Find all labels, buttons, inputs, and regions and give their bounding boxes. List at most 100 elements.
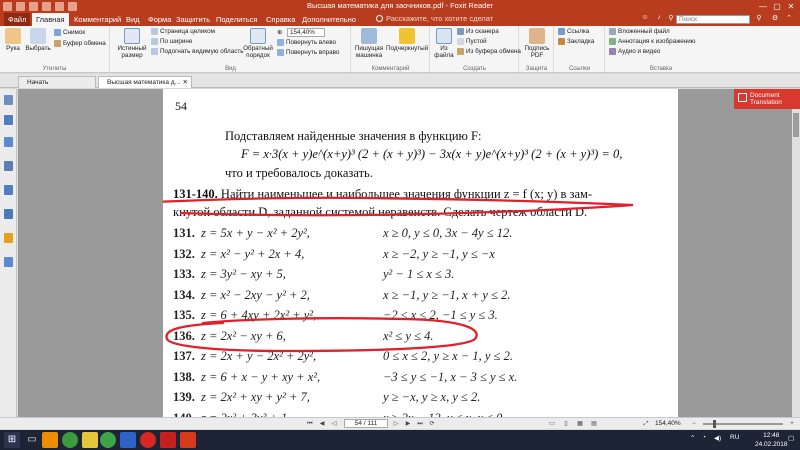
foxit-icon[interactable]: [180, 432, 196, 448]
fit-icon[interactable]: ⤢: [642, 420, 650, 428]
from-file-button[interactable]: Из файла: [433, 28, 455, 59]
prev-page-icon[interactable]: ◀: [318, 420, 326, 428]
tab-start[interactable]: Начать: [18, 76, 96, 88]
single-page-icon[interactable]: ▭: [548, 420, 556, 428]
tray-expand-icon[interactable]: ⌃: [690, 434, 695, 442]
volume-icon[interactable]: ◀): [714, 434, 721, 442]
network-icon[interactable]: ◔: [702, 434, 706, 441]
utorrent-icon[interactable]: [100, 432, 116, 448]
highlight-button[interactable]: Подчеркнутый: [386, 28, 428, 52]
start-icon[interactable]: ⊞: [4, 432, 20, 448]
fit-visible-button[interactable]: Подогнать видимую область: [151, 48, 244, 55]
language-indicator[interactable]: RU: [730, 434, 739, 441]
last-page-icon[interactable]: ⏭: [416, 420, 424, 428]
from-scanner-button[interactable]: Из сканера: [457, 28, 499, 35]
fit-width-button[interactable]: По ширине: [151, 38, 192, 45]
navigation-toggle-icon[interactable]: [4, 95, 13, 105]
bookmarks-panel-icon[interactable]: [4, 115, 13, 125]
task-row-number: 134.: [173, 287, 195, 302]
tab-comment[interactable]: Комментарий: [70, 13, 125, 26]
task-row-function: z = 3y² − xy + 5,: [201, 267, 286, 281]
group-insert: Вложенный файл Аннотация к изображению А…: [606, 26, 716, 73]
tab-form[interactable]: Форма: [144, 13, 175, 26]
next-page-icon[interactable]: ▶: [404, 420, 412, 428]
next-view-icon[interactable]: ▷: [392, 420, 400, 428]
layers-panel-icon[interactable]: [4, 185, 13, 195]
bell-icon[interactable]: ♪: [654, 14, 664, 24]
image-annotation-button[interactable]: Аннотация к изображению: [609, 38, 696, 45]
snapshot-button[interactable]: Снимок: [54, 29, 85, 36]
security-panel-icon[interactable]: [4, 233, 13, 243]
tab-help[interactable]: Справка: [262, 13, 299, 26]
task-view-icon[interactable]: ▭: [24, 432, 40, 448]
page-indicator[interactable]: 54 / 111: [344, 419, 388, 428]
first-page-icon[interactable]: ⏮: [306, 420, 314, 428]
vlc-icon[interactable]: [42, 432, 58, 448]
search-icon[interactable]: ⚲: [666, 14, 676, 24]
document-translation-button[interactable]: Document Translation: [734, 89, 800, 109]
clipboard-icon: [54, 40, 61, 47]
fit-page-button[interactable]: Страница целиком: [151, 28, 215, 35]
rotate-left-button[interactable]: Повернуть влево: [277, 39, 336, 46]
tab-file[interactable]: Файл: [4, 13, 31, 26]
sign-pdf-button[interactable]: Подпись PDF: [522, 28, 552, 59]
zoom-slider[interactable]: [703, 420, 783, 428]
comments-panel-icon[interactable]: [4, 161, 13, 171]
hand-tool-button[interactable]: Рука: [2, 28, 24, 52]
close-button[interactable]: ✕: [784, 0, 798, 13]
link-button[interactable]: Ссылка: [558, 28, 589, 35]
chrome-icon[interactable]: [62, 432, 78, 448]
close-tab-icon[interactable]: ✕: [183, 77, 188, 88]
continuous-facing-icon[interactable]: ▤: [590, 420, 598, 428]
attach-file-button[interactable]: Вложенный файл: [609, 28, 670, 35]
prev-view-icon[interactable]: ◁: [330, 420, 338, 428]
opera-icon[interactable]: [140, 432, 156, 448]
collapse-ribbon-icon[interactable]: ⌃: [784, 14, 794, 24]
tab-view[interactable]: Вид: [122, 13, 144, 26]
image-icon: [609, 38, 616, 45]
attachments-panel-icon[interactable]: [4, 209, 13, 219]
audio-video-button[interactable]: Аудио и видео: [609, 48, 660, 55]
blank-button[interactable]: Пустой: [457, 38, 487, 45]
notifications-icon[interactable]: ▢: [788, 434, 794, 442]
typewriter-button[interactable]: Пишущая машинка: [353, 28, 385, 59]
search-input[interactable]: Поиск: [676, 15, 750, 24]
media-icon: [609, 48, 616, 55]
word-icon[interactable]: [120, 432, 136, 448]
signatures-panel-icon[interactable]: [4, 257, 13, 267]
clipboard-button[interactable]: Буфер обмена: [54, 40, 106, 47]
from-clipboard-button[interactable]: Из буфера обмена: [457, 48, 521, 55]
document-viewport[interactable]: 54 Подставляем найденные значения в функ…: [18, 89, 800, 417]
scrollbar-thumb[interactable]: [793, 113, 799, 137]
reverse-order-button[interactable]: Обратный порядок: [243, 28, 273, 59]
refresh-icon[interactable]: ⟳: [428, 420, 436, 428]
facing-page-icon[interactable]: ▦: [576, 420, 584, 428]
bookmark-button[interactable]: Закладка: [558, 38, 594, 45]
pages-panel-icon[interactable]: [4, 137, 13, 147]
left-navigation-panel: [0, 89, 17, 417]
tab-protect[interactable]: Защитить: [172, 13, 214, 26]
minimize-button[interactable]: —: [756, 0, 770, 13]
clock[interactable]: 12:48 24.02.2018: [755, 431, 788, 449]
page-number: 54: [175, 99, 187, 113]
maximize-button[interactable]: ▢: [770, 0, 784, 13]
continuous-page-icon[interactable]: ▯: [562, 420, 570, 428]
zoom-input[interactable]: 154,40%: [287, 28, 325, 37]
zoom-slider-knob[interactable]: [713, 420, 716, 428]
actual-size-button[interactable]: Истинный размер: [115, 28, 149, 59]
tab-extra[interactable]: Дополнительно: [298, 13, 360, 26]
zoom-out-icon[interactable]: −: [690, 420, 698, 428]
search-go-icon[interactable]: ⚲: [754, 14, 764, 24]
vertical-scrollbar[interactable]: [792, 109, 800, 417]
zoom-in-icon[interactable]: +: [788, 420, 796, 428]
rotate-right-button[interactable]: Повернуть вправо: [277, 49, 339, 56]
tab-home[interactable]: Главная: [32, 13, 69, 26]
tab-share[interactable]: Поделиться: [212, 13, 261, 26]
tab-document[interactable]: Высшая математика д... ✕: [98, 76, 192, 88]
select-tool-button[interactable]: Выбрать: [25, 28, 51, 52]
user-icon[interactable]: ☺: [640, 14, 650, 24]
explorer-icon[interactable]: [82, 432, 98, 448]
settings-icon[interactable]: ⚙: [770, 14, 780, 24]
acrobat-icon[interactable]: [160, 432, 176, 448]
tell-me-box[interactable]: Расскажите, что хотите сделат: [386, 14, 493, 23]
